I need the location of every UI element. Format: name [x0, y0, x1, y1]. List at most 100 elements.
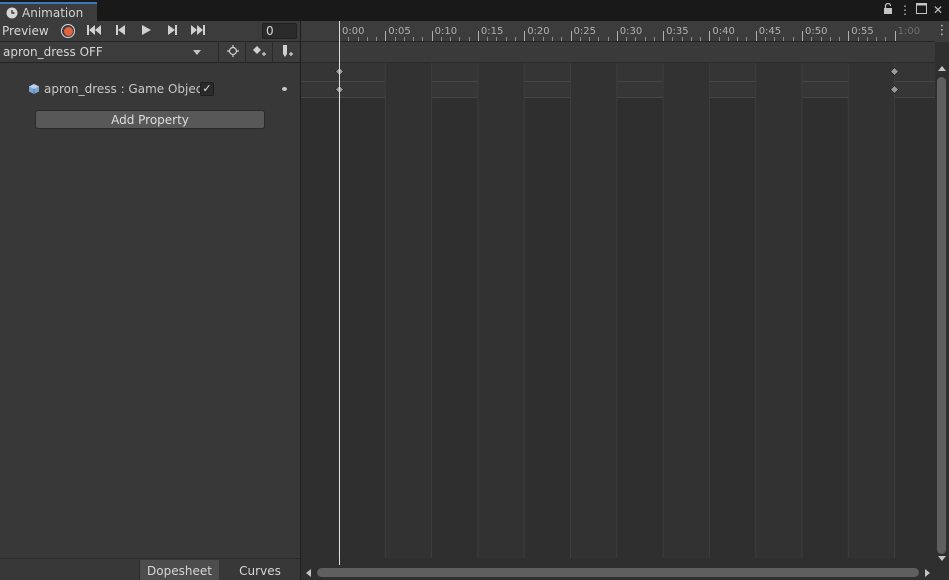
ruler-minor-tick [690, 37, 692, 41]
ruler-minor-tick [746, 37, 748, 41]
filter-by-selection-icon [226, 44, 239, 60]
event-strip[interactable] [301, 42, 935, 63]
scroll-right-icon[interactable] [925, 569, 930, 577]
ruler-minor-tick [792, 37, 794, 41]
property-row[interactable]: apron_dress : Game Object. [28, 80, 211, 98]
ruler-major-tick [802, 31, 803, 41]
ruler-minor-tick [422, 37, 424, 41]
add-event-button[interactable] [274, 42, 300, 62]
ruler-minor-tick [598, 37, 600, 41]
grid-band [477, 63, 525, 558]
clip-dropdown-value: apron_dress OFF [3, 45, 103, 59]
ruler-minor-tick [607, 37, 609, 41]
tab-dopesheet[interactable]: Dopesheet [139, 560, 219, 580]
ruler-minor-tick [644, 37, 646, 41]
grid-band [570, 63, 617, 558]
ruler-minor-tick [589, 37, 591, 41]
grid-band [663, 63, 710, 558]
preview-button[interactable]: Preview [0, 21, 54, 41]
scroll-up-icon[interactable] [938, 66, 946, 71]
previous-keyframe-button[interactable] [109, 21, 131, 41]
ruler-major-tick [570, 31, 572, 41]
add-keyframe-button[interactable] [247, 42, 273, 62]
ruler-tick-label: 1:00 [897, 26, 921, 37]
ruler-tick-label: 0:00 [342, 26, 365, 37]
ruler-minor-tick [885, 37, 887, 41]
previous-keyframe-icon [115, 24, 125, 38]
ruler-minor-tick [561, 37, 563, 41]
tab-animation[interactable]: Animation [0, 2, 97, 21]
tab-title: Animation [22, 5, 84, 20]
scroll-down-icon[interactable] [938, 556, 946, 561]
ruler-minor-tick [533, 37, 535, 41]
property-checkbox[interactable]: ✓ [200, 82, 214, 96]
ruler-major-tick [616, 31, 618, 41]
ruler-minor-tick [348, 37, 350, 41]
clip-dropdown[interactable]: apron_dress OFF [0, 42, 219, 62]
ruler-minor-tick [514, 37, 516, 41]
vertical-scroll-thumb[interactable] [937, 77, 946, 554]
ruler-minor-tick [774, 37, 776, 41]
ruler-major-tick [477, 31, 479, 41]
clock-icon [6, 7, 18, 19]
time-ruler[interactable]: 0:00 0:05 0:10 0:15 0:20 0:25 0:30 0:35 0:40 0:45… [301, 21, 935, 42]
ruler-tick-label: 0:50 [805, 26, 828, 37]
ruler-minor-tick [468, 37, 470, 41]
ruler-minor-tick [672, 37, 674, 41]
ruler-minor-tick [496, 37, 498, 41]
ruler-major-tick [385, 31, 387, 41]
tab-bar [0, 0, 949, 21]
ruler-tick-label: 0:40 [712, 26, 735, 37]
record-button[interactable] [57, 21, 79, 41]
ruler-tick-label: 0:20 [527, 26, 550, 37]
kebab-menu-icon[interactable]: ⋮ [935, 21, 949, 42]
horizontal-scroll-thumb[interactable] [317, 568, 919, 577]
frame-field[interactable]: 0 [262, 23, 297, 39]
property-keyframe[interactable] [889, 84, 900, 94]
next-keyframe-button[interactable] [161, 21, 183, 41]
last-keyframe-button[interactable] [187, 21, 209, 41]
ruler-minor-tick [737, 37, 739, 41]
ruler-minor-tick [357, 37, 359, 41]
ruler-minor-tick [542, 37, 544, 41]
summary-keyframe[interactable] [889, 66, 900, 76]
ruler-minor-tick [727, 37, 729, 41]
kebab-menu-icon[interactable]: ⋮ [898, 3, 912, 17]
playhead[interactable] [339, 21, 340, 566]
ruler-minor-tick [829, 37, 831, 41]
ruler-minor-tick [811, 37, 813, 41]
close-icon[interactable]: ✕ [931, 3, 945, 17]
ruler-major-tick [663, 31, 665, 41]
ruler-minor-tick [487, 37, 489, 41]
ruler-minor-tick [403, 37, 405, 41]
ruler-major-tick [755, 31, 757, 41]
scroll-left-icon[interactable] [306, 569, 311, 577]
ruler-minor-tick [857, 37, 859, 41]
timeline-grid [338, 63, 896, 558]
ruler-minor-tick [551, 37, 553, 41]
first-keyframe-button[interactable] [83, 21, 105, 41]
ruler-tick-label: 0:10 [434, 26, 458, 37]
ruler-minor-tick [820, 37, 822, 41]
ruler-minor-tick [764, 37, 766, 41]
ruler-minor-tick [505, 37, 507, 41]
ruler-minor-tick [413, 37, 415, 41]
ruler-tick-label: 0:05 [388, 26, 411, 37]
ruler-major-tick [894, 31, 896, 41]
property-options-icon[interactable] [282, 87, 287, 91]
ruler-tick-label: 0:35 [666, 26, 689, 37]
lock-icon[interactable] [881, 2, 895, 17]
add-keyframe-icon [252, 45, 268, 60]
add-property-button[interactable]: Add Property [35, 110, 265, 129]
play-button[interactable] [135, 21, 157, 41]
maximize-icon[interactable] [914, 3, 928, 17]
playback-toolbar: Preview 0 [0, 21, 300, 42]
first-keyframe-icon [87, 24, 101, 38]
ruler-major-tick [848, 31, 850, 41]
ruler-minor-tick [700, 37, 702, 41]
filter-by-selection-button[interactable] [220, 42, 246, 62]
tab-curves[interactable]: Curves [220, 560, 300, 580]
ruler-minor-tick [783, 37, 785, 41]
ruler-minor-tick [653, 37, 655, 41]
add-event-icon [280, 44, 294, 61]
